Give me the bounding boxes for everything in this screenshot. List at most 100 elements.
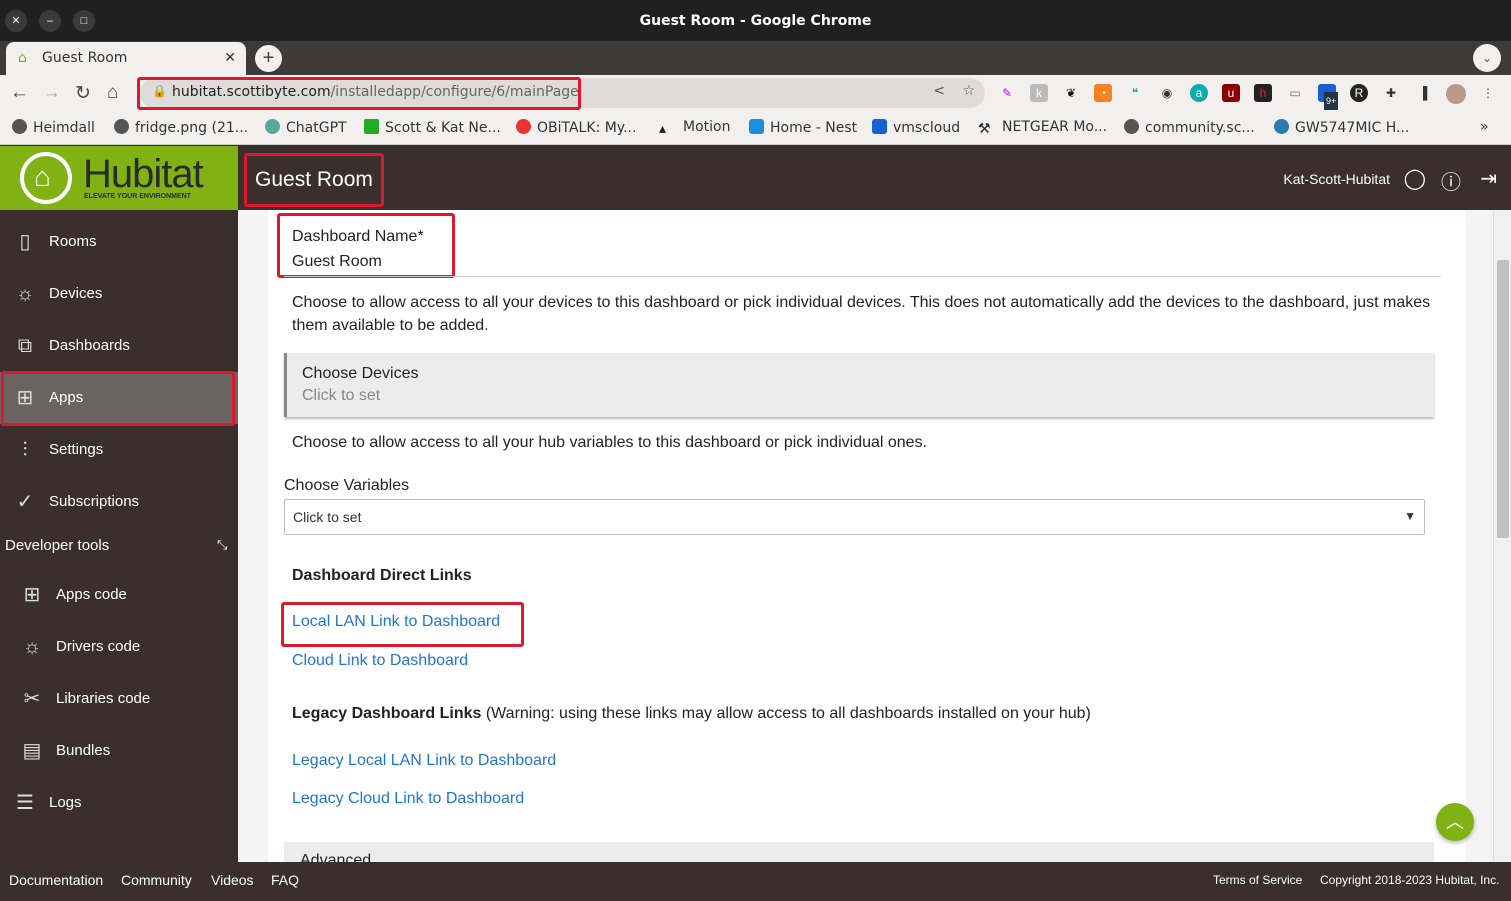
logo-tagline: ELEVATE YOUR ENVIRONMENT bbox=[84, 193, 191, 200]
url-highlight-box bbox=[137, 77, 581, 110]
tab-title: Guest Room bbox=[42, 50, 128, 66]
apps-highlight-box bbox=[1, 371, 235, 426]
bookmark-star-icon[interactable]: ☆ bbox=[962, 83, 975, 99]
hubitat-house-icon: ⌂ bbox=[20, 152, 72, 204]
tab-search-button[interactable]: ⌄ bbox=[1473, 44, 1501, 72]
terms-link[interactable]: Terms of Service bbox=[1213, 873, 1302, 887]
hangouts-extension-icon[interactable]: ❝ bbox=[1126, 84, 1144, 102]
logs-icon: ☰ bbox=[16, 792, 34, 814]
sidebar-item-apps-code[interactable]: ⊞ Apps code bbox=[0, 569, 238, 621]
collapse-icon[interactable]: ⤡ bbox=[217, 537, 227, 553]
share-icon[interactable]: < bbox=[933, 83, 945, 99]
scrollbar-thumb[interactable] bbox=[1497, 260, 1509, 538]
sidebar-item-logs[interactable]: ☰ Logs bbox=[0, 777, 238, 829]
advanced-section-toggle[interactable]: Advanced bbox=[284, 842, 1434, 862]
pen-extension-icon[interactable]: ✎ bbox=[998, 84, 1016, 102]
sidebar-item-bundles[interactable]: ▤ Bundles bbox=[0, 725, 238, 777]
window-title: Guest Room - Google Chrome bbox=[639, 13, 872, 29]
cloud-link[interactable]: Cloud Link to Dashboard bbox=[292, 652, 468, 670]
apps-code-icon: ⊞ bbox=[23, 584, 41, 606]
gnome-extension-icon[interactable]: ❦ bbox=[1062, 84, 1080, 102]
choose-devices-value: Click to set bbox=[302, 387, 381, 404]
local-lan-link[interactable]: Local LAN Link to Dashboard bbox=[292, 613, 500, 631]
new-tab-button[interactable]: + bbox=[255, 45, 282, 72]
sidebar-item-subscriptions[interactable]: ✓ Subscriptions bbox=[0, 476, 238, 528]
bookmark-item[interactable]: community.sc... bbox=[1124, 119, 1255, 136]
logo-text: Hubitat bbox=[83, 152, 204, 196]
legacy-cloud-link[interactable]: Legacy Cloud Link to Dashboard bbox=[292, 790, 524, 808]
direct-links-heading: Dashboard Direct Links bbox=[292, 567, 472, 584]
webcam-extension-icon[interactable]: ◉ bbox=[1158, 84, 1176, 102]
bookmark-item[interactable]: ▴ Motion bbox=[659, 119, 730, 137]
window-titlebar: ✕ – □ Guest Room - Google Chrome bbox=[0, 0, 1511, 41]
sidepanel-icon[interactable]: ▐ bbox=[1414, 84, 1432, 102]
chevron-up-icon: ︿ bbox=[1446, 812, 1464, 832]
sidebar-item-drivers-code[interactable]: ☼ Drivers code bbox=[0, 621, 238, 673]
choose-devices-label: Choose Devices bbox=[302, 365, 419, 382]
sidebar-item-dashboards[interactable]: ⧉ Dashboards bbox=[0, 320, 238, 372]
bookmarks-bar: Heimdall fridge.png (21... ChatGPT Scott… bbox=[0, 111, 1511, 145]
sidebar-item-libraries-code[interactable]: ✂ Libraries code bbox=[0, 673, 238, 725]
bookmark-item[interactable]: Home - Nest bbox=[749, 119, 857, 136]
bookmark-item[interactable]: ⚒ NETGEAR Mo... bbox=[978, 119, 1107, 137]
menu-dots-icon[interactable]: ⋮ bbox=[1479, 84, 1497, 102]
back-icon[interactable]: ← bbox=[10, 82, 29, 104]
rss-extension-icon[interactable]: ◔ bbox=[1094, 84, 1112, 102]
hubitat-logo[interactable]: ⌂ Hubitat ELEVATE YOUR ENVIRONMENT bbox=[0, 146, 238, 210]
scroll-to-top-button[interactable]: ︿ bbox=[1436, 803, 1474, 841]
sliders-icon: ⫶ bbox=[22, 439, 28, 461]
bookmark-item[interactable]: vmscloud bbox=[872, 119, 960, 136]
input-underline bbox=[284, 276, 1441, 277]
reload-icon[interactable]: ↻ bbox=[75, 82, 91, 105]
sidebar-item-rooms[interactable]: ▯ Rooms bbox=[0, 216, 238, 268]
ublock-extension-icon[interactable]: u bbox=[1222, 84, 1240, 102]
close-tab-icon[interactable]: ✕ bbox=[224, 50, 236, 66]
app-header: Guest Room Kat-Scott-Hubitat ◯ ⓘ ⇥ bbox=[238, 146, 1511, 210]
logout-icon[interactable]: ⇥ bbox=[1480, 166, 1497, 191]
nest-icon bbox=[749, 119, 764, 134]
home-icon[interactable]: ⌂ bbox=[107, 82, 118, 104]
r-extension-icon[interactable]: R bbox=[1350, 84, 1368, 102]
legacy-links-heading: Legacy Dashboard Links (Warning: using t… bbox=[292, 705, 1091, 722]
footer-link-community[interactable]: Community bbox=[121, 872, 192, 888]
footer-link-videos[interactable]: Videos bbox=[211, 872, 254, 888]
h-extension-icon[interactable]: h bbox=[1254, 84, 1272, 102]
legacy-local-link[interactable]: Legacy Local LAN Link to Dashboard bbox=[292, 752, 556, 770]
scrollbar[interactable] bbox=[1493, 210, 1511, 862]
developer-tools-heading[interactable]: Developer tools bbox=[5, 537, 109, 554]
sidebar-item-devices[interactable]: ☼ Devices bbox=[0, 268, 238, 320]
choose-devices-button[interactable]: Choose Devices Click to set bbox=[284, 353, 1434, 417]
wordpress-icon bbox=[1274, 119, 1289, 134]
footer-link-faq[interactable]: FAQ bbox=[271, 872, 299, 888]
browser-tab[interactable]: ⌂ Guest Room ✕ bbox=[6, 42, 246, 75]
cast-extension-icon[interactable]: ▭ bbox=[1286, 84, 1304, 102]
chat-icon[interactable]: ◯ bbox=[1404, 166, 1426, 191]
sidebar-item-settings[interactable]: ⫶ Settings bbox=[0, 424, 238, 476]
dashboards-icon: ⧉ bbox=[17, 335, 33, 357]
sidebar: ▯ Rooms ☼ Devices ⧉ Dashboards ⊞ Apps ⫶ Setti… bbox=[0, 210, 238, 862]
k-extension-icon[interactable]: k bbox=[1030, 84, 1048, 102]
bookmark-item[interactable]: ChatGPT bbox=[265, 119, 347, 136]
devices-help-text: Choose to allow access to all your devic… bbox=[292, 294, 1431, 334]
browser-toolbar: ← → ↻ ⌂ 🔒 hubitat.scottibyte.com/install… bbox=[0, 75, 1511, 111]
footer: Documentation Community Videos FAQ Terms… bbox=[0, 862, 1511, 901]
choose-variables-label: Choose Variables bbox=[284, 477, 410, 494]
puzzle-icon[interactable]: ✚ bbox=[1382, 84, 1400, 102]
help-icon[interactable]: ⓘ bbox=[1441, 166, 1461, 195]
bookmark-item[interactable]: Heimdall bbox=[12, 119, 95, 136]
more-bookmarks-icon[interactable]: » bbox=[1480, 119, 1489, 135]
bookmark-item[interactable]: Scott & Kat Ne... bbox=[364, 119, 501, 136]
footer-link-documentation[interactable]: Documentation bbox=[9, 872, 103, 888]
variables-help-text: Choose to allow access to all your hub v… bbox=[292, 434, 928, 451]
dashboard-name-input[interactable]: Guest Room bbox=[292, 250, 382, 273]
bookmark-item[interactable]: OBiTALK: My... bbox=[516, 119, 636, 136]
profile-avatar[interactable] bbox=[1446, 84, 1466, 104]
choose-variables-select[interactable]: Click to set ▼ bbox=[284, 499, 1425, 535]
bookmark-item[interactable]: GW5747MIC H... bbox=[1274, 119, 1409, 136]
stoplight-icon bbox=[364, 119, 379, 134]
forward-icon[interactable]: → bbox=[42, 82, 61, 104]
bookmark-item[interactable]: fridge.png (21... bbox=[114, 119, 248, 136]
badge-extension-icon[interactable]: 9+ bbox=[1318, 84, 1339, 110]
a-extension-icon[interactable]: a bbox=[1190, 84, 1208, 102]
obitalk-icon bbox=[516, 119, 531, 134]
